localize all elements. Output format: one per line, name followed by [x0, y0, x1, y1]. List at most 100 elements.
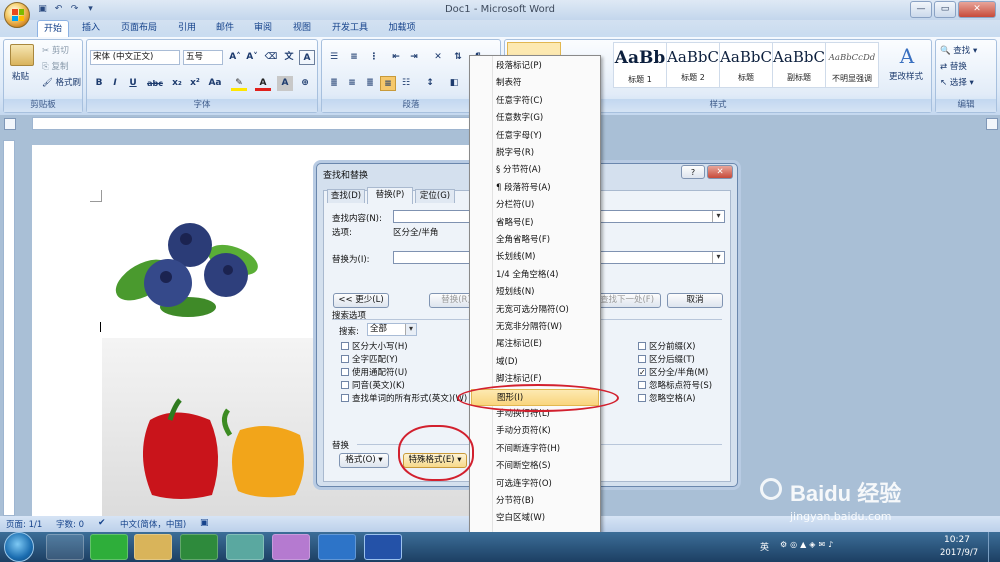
cut-button[interactable]: ✂ 剪切: [42, 44, 69, 56]
menu-item-optional-hyphen[interactable]: 可选连字符(O): [471, 476, 599, 493]
style-subtle-emphasis[interactable]: AaBbCcDd 不明显强调: [825, 42, 879, 88]
subscript-icon[interactable]: x₂: [169, 76, 185, 91]
menu-item-section-char[interactable]: § 分节符(A): [471, 162, 599, 179]
tab-addins[interactable]: 加载项: [382, 20, 422, 37]
tab-insert[interactable]: 插入: [76, 20, 106, 37]
match-prefix-checkbox[interactable]: [638, 342, 646, 350]
menu-item-ellipsis[interactable]: 省略号(E): [471, 215, 599, 232]
line-spacing-icon[interactable]: ↕: [422, 76, 438, 91]
taskbar-ime[interactable]: 英: [760, 540, 769, 553]
tray-icons[interactable]: ⚙◎▲◈✉♪: [780, 540, 930, 552]
close-button[interactable]: ✕: [958, 1, 996, 18]
tab-selector-icon[interactable]: [4, 118, 16, 130]
tab-review[interactable]: 审阅: [248, 20, 278, 37]
select-button[interactable]: ↖ 选择 ▾: [940, 76, 974, 88]
distributed-icon[interactable]: ☷: [398, 76, 414, 91]
wildcards-checkbox[interactable]: [341, 368, 349, 376]
style-heading-1[interactable]: AaBb 标题 1: [613, 42, 667, 88]
style-subtitle[interactable]: AaBbC 副标题: [772, 42, 826, 88]
tab-developer[interactable]: 开发工具: [326, 20, 374, 37]
enclose-char-icon[interactable]: ⊕: [297, 76, 313, 91]
vertical-ruler[interactable]: [3, 140, 15, 516]
bold-button[interactable]: B: [91, 76, 107, 91]
menu-item-en-dash[interactable]: 短划线(N): [471, 284, 599, 301]
taskbar-app-paint-icon[interactable]: [272, 534, 310, 560]
change-styles-icon[interactable]: A: [893, 44, 921, 68]
font-color-icon[interactable]: A: [255, 76, 271, 91]
underline-button[interactable]: U: [125, 76, 141, 91]
less-button[interactable]: << 更少(L): [333, 293, 389, 308]
tab-replace[interactable]: 替换(P): [367, 187, 413, 204]
char-border-icon[interactable]: A: [299, 50, 315, 65]
dialog-help-button[interactable]: ?: [681, 165, 705, 179]
menu-item-zw-optional-break[interactable]: 无宽可选分隔符(O): [471, 302, 599, 319]
replace-button[interactable]: ⇄ 替换: [940, 60, 967, 72]
tab-mailings[interactable]: 邮件: [210, 20, 240, 37]
menu-item-paragraph-char[interactable]: ¶ 段落符号(A): [471, 180, 599, 197]
minimize-button[interactable]: —: [910, 1, 932, 18]
menu-item-any-digit[interactable]: 任意数字(G): [471, 110, 599, 127]
tab-page-layout[interactable]: 页面布局: [114, 20, 164, 37]
style-heading-2[interactable]: AaBbC 标题 2: [666, 42, 720, 88]
copy-button[interactable]: ⎘ 复制: [42, 60, 69, 72]
ignore-space-checkbox[interactable]: [638, 394, 646, 402]
all-word-forms-checkbox[interactable]: [341, 394, 349, 402]
menu-item-quarter-space[interactable]: 1/4 全角空格(4): [471, 267, 599, 284]
change-case-icon[interactable]: Aa: [207, 76, 223, 91]
menu-item-white-space[interactable]: 空白区域(W): [471, 510, 599, 527]
justify-icon[interactable]: ≡: [380, 76, 396, 91]
style-title[interactable]: AaBbC 标题: [719, 42, 773, 88]
taskbar-app-wechat-icon[interactable]: [90, 534, 128, 560]
format-button[interactable]: 格式(O) ▾: [339, 453, 389, 468]
format-painter-button[interactable]: 🖌 格式刷: [42, 76, 81, 88]
menu-item-tab[interactable]: 制表符: [471, 75, 599, 92]
macro-record-icon[interactable]: ▣: [200, 518, 209, 528]
menu-item-caret[interactable]: 脱字号(R): [471, 145, 599, 162]
replace-dropdown-icon[interactable]: ▾: [712, 252, 724, 263]
tab-goto[interactable]: 定位(G): [415, 189, 455, 203]
menu-item-nonbreaking-hyphen[interactable]: 不间断连字符(H): [471, 441, 599, 458]
search-direction-icon[interactable]: ▾: [405, 324, 416, 335]
menu-item-any-letter[interactable]: 任意字母(Y): [471, 128, 599, 145]
view-ruler-icon[interactable]: [986, 118, 998, 130]
decrease-indent-icon[interactable]: ⇤: [388, 50, 404, 65]
highlight-icon[interactable]: ✎: [231, 76, 247, 91]
font-name-combo[interactable]: 宋体 (中文正文): [90, 50, 180, 65]
cancel-button[interactable]: 取消: [667, 293, 723, 308]
show-desktop-button[interactable]: [988, 532, 1000, 562]
office-button[interactable]: [4, 2, 30, 28]
italic-button[interactable]: I: [107, 76, 123, 91]
taskbar-app-mail-icon[interactable]: [46, 534, 84, 560]
save-icon[interactable]: ▣: [36, 3, 49, 15]
taskbar-app-notes-icon[interactable]: [226, 534, 264, 560]
status-words[interactable]: 字数: 0: [56, 518, 84, 530]
phonetic-icon[interactable]: 文: [281, 50, 297, 65]
superscript-icon[interactable]: x²: [187, 76, 203, 91]
menu-item-em-dash[interactable]: 长划线(M): [471, 249, 599, 266]
menu-item-paragraph-mark[interactable]: 段落标记(P): [471, 58, 599, 75]
chinese-layout-icon[interactable]: ✕: [430, 50, 446, 65]
menu-item-endnote-mark[interactable]: 尾注标记(E): [471, 336, 599, 353]
menu-item-section-break[interactable]: 分节符(B): [471, 493, 599, 510]
taskbar-app-excel-icon[interactable]: [180, 534, 218, 560]
whole-word-checkbox[interactable]: [341, 355, 349, 363]
grow-font-icon[interactable]: A˄: [227, 50, 243, 65]
undo-icon[interactable]: ↶: [52, 3, 65, 15]
align-left-icon[interactable]: ≣: [326, 76, 342, 91]
shading-icon[interactable]: ◧: [446, 76, 462, 91]
taskbar-date[interactable]: 2017/9/7: [940, 548, 978, 558]
dialog-close-button[interactable]: ✕: [707, 165, 733, 179]
qat-more-icon[interactable]: ▾: [84, 3, 97, 15]
menu-item-manual-page-break[interactable]: 手动分页符(K): [471, 423, 599, 440]
match-suffix-checkbox[interactable]: [638, 355, 646, 363]
align-right-icon[interactable]: ≣: [362, 76, 378, 91]
sort-icon[interactable]: ⇅: [450, 50, 466, 65]
align-center-icon[interactable]: ≡: [344, 76, 360, 91]
status-page[interactable]: 页面: 1/1: [6, 518, 42, 530]
match-width-checkbox[interactable]: ✓: [638, 368, 646, 377]
menu-item-column-break[interactable]: 分栏符(U): [471, 197, 599, 214]
menu-item-zw-nonbreak[interactable]: 无宽非分隔符(W): [471, 319, 599, 336]
menu-item-fullwidth-ellipsis[interactable]: 全角省略号(F): [471, 232, 599, 249]
strikethrough-icon[interactable]: abc: [147, 76, 163, 91]
bullets-icon[interactable]: ☰: [326, 50, 342, 65]
